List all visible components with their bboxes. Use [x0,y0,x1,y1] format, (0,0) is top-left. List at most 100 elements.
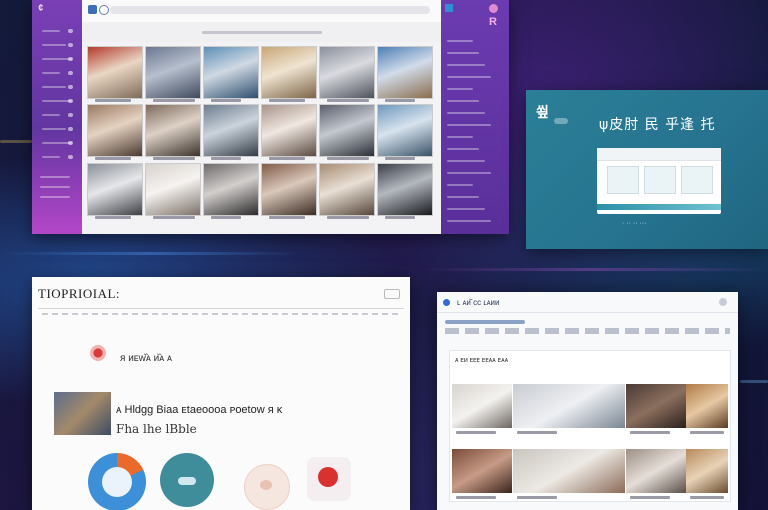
photo-caption [211,157,241,160]
photo-thumbnail[interactable] [145,163,201,216]
header-divider [437,312,738,313]
photo-thumbnail[interactable] [377,163,433,216]
panel-item[interactable] [447,208,485,210]
panel-card[interactable] [597,148,721,214]
panel-item[interactable] [447,136,473,138]
filter-bar[interactable] [445,328,730,334]
photo-caption [385,157,415,160]
right-panel-glyph: R [489,16,497,28]
sidebar-item[interactable] [42,114,60,116]
tutorial-window[interactable]: TIOPRIOIAL: ᴙ ᴎᴇᴡ᷈ᴀ ᴎ᷈ᴀ ᴀ ᴀ Hldgg Biaa ᴇ… [32,277,410,510]
photo-thumbnail[interactable] [377,46,433,99]
info-panel-window[interactable]: 쑆 ψ皮肘 民 乎逢 托 · ·· ·· ··· [526,90,768,249]
site-logo[interactable] [443,299,450,306]
sidebar-item[interactable] [42,72,60,74]
photo-thumbnail[interactable] [377,104,433,157]
photo-thumbnail[interactable] [203,163,259,216]
panel-item[interactable] [447,172,491,174]
media-thumbnail[interactable] [686,449,728,493]
panel-item[interactable] [447,88,473,90]
photo-thumbnail[interactable] [145,46,201,99]
flower-icon [90,345,106,361]
photo-caption [153,157,195,160]
article-title[interactable]: ᴀ Hldgg Biaa ᴇtaeoooa ᴘoetow ᴙ ᴋ [116,404,282,416]
photo-thumbnail[interactable] [261,104,317,157]
sidebar-footer-item[interactable] [40,176,70,178]
address-bar[interactable] [110,6,430,14]
sidebar-item[interactable] [42,30,60,32]
photo-thumbnail[interactable] [319,46,375,99]
panel-item[interactable] [447,112,485,114]
photo-thumbnail[interactable] [261,163,317,216]
panel-item[interactable] [447,148,479,150]
sidebar-item[interactable] [42,128,66,130]
photo-thumbnail[interactable] [203,46,259,99]
panel-item[interactable] [447,220,491,222]
panel-item[interactable] [447,52,479,54]
sidebar-item-icon [68,99,73,103]
media-window[interactable]: ʟ ᴀᴎ᷈ ᴄᴄ ʟᴀᴎᴎ ᴀ ᴇᴎ ᴇᴇᴇ ᴇᴇᴀᴀ ᴇᴀᴀ [437,292,738,510]
photo-caption [269,216,305,219]
card-caption: · ·· ·· ··· [622,220,647,227]
card-tile[interactable] [644,166,676,194]
sidebar-logo: ¢ [38,3,44,14]
photo-thumbnail[interactable] [319,163,375,216]
card-tile[interactable] [681,166,713,194]
pink-circle-glyph [260,480,272,490]
blue-ring-center [102,467,132,497]
media-thumbnail[interactable] [452,384,512,428]
media-caption [630,496,670,499]
sidebar-item[interactable] [42,86,66,88]
article-subtitle: Fha lhe lBble [116,422,197,436]
panel-item[interactable] [447,64,485,66]
sidebar-footer-item[interactable] [40,196,70,198]
photo-caption [211,99,241,102]
menu-icon[interactable] [384,289,400,299]
media-caption [630,431,670,434]
media-thumbnail[interactable] [626,384,686,428]
sidebar-item[interactable] [42,156,60,158]
sidebar-item-icon [68,113,73,117]
panel-item[interactable] [447,76,491,78]
photo-thumbnail[interactable] [87,104,143,157]
gallery-window[interactable]: ¢ R [32,0,509,234]
header-text: ʟ ᴀᴎ᷈ ᴄᴄ ʟᴀᴎᴎ [457,298,500,307]
photo-caption [153,99,195,102]
panel-item[interactable] [447,100,479,102]
sidebar-item-icon [68,127,73,131]
home-icon[interactable] [445,4,453,12]
card-tile[interactable] [607,166,639,194]
bg-streak [420,268,768,271]
media-caption [690,431,724,434]
tab-strip [445,320,525,324]
photo-thumbnail[interactable] [319,104,375,157]
sidebar-item[interactable] [42,44,66,46]
media-thumbnail[interactable] [686,384,728,428]
panel-item[interactable] [447,184,473,186]
photo-thumbnail[interactable] [145,104,201,157]
panel-item[interactable] [447,124,491,126]
media-thumbnail[interactable] [513,449,625,493]
panel-item[interactable] [447,160,485,162]
sidebar-item-icon [68,155,73,159]
bg-streak [740,380,768,383]
photo-thumbnail[interactable] [87,163,143,216]
refresh-icon[interactable] [99,5,109,15]
sidebar-item-icon [68,71,73,75]
media-thumbnail[interactable] [452,449,512,493]
avatar-icon[interactable] [489,4,498,13]
photo-thumbnail[interactable] [203,104,259,157]
photo-thumbnail[interactable] [87,46,143,99]
gallery-header [82,22,441,42]
sidebar-footer-item[interactable] [40,186,70,188]
panel-item[interactable] [447,196,479,198]
media-thumbnail[interactable] [626,449,686,493]
media-thumbnail[interactable] [513,384,625,428]
tab-icon[interactable] [88,5,97,14]
panel-item[interactable] [447,40,473,42]
photo-caption [153,216,195,219]
article-thumbnail[interactable] [54,392,111,435]
sidebar-item-icon [68,57,73,61]
user-icon[interactable] [719,298,727,306]
photo-thumbnail[interactable] [261,46,317,99]
